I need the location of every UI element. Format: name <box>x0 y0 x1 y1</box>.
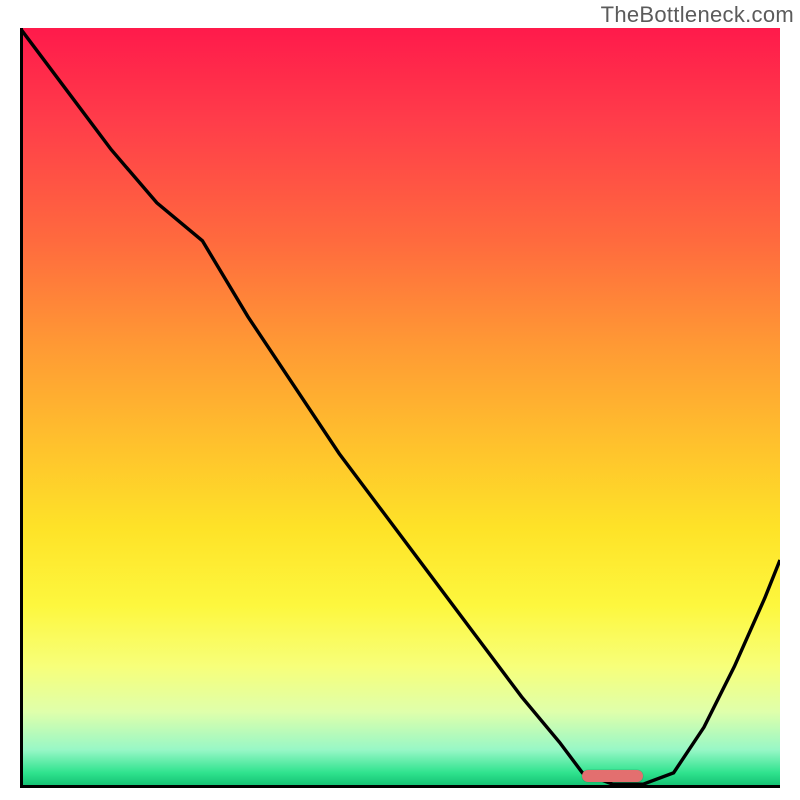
plot-area <box>20 28 780 788</box>
chart-container: TheBottleneck.com <box>0 0 800 800</box>
optimal-range-marker <box>582 770 643 782</box>
watermark-text: TheBottleneck.com <box>601 2 794 28</box>
bottleneck-curve <box>20 28 780 788</box>
curve-path <box>20 28 780 784</box>
